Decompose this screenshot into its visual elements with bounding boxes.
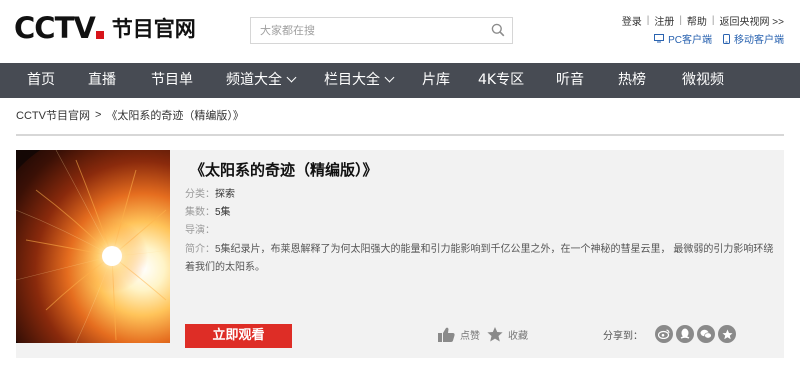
divider: |	[711, 15, 715, 26]
category-row: 分类：探索	[185, 185, 235, 200]
site-header: CCTV 节目官网 登录 | 注册 | 帮助 | 返回央视网 >> PC客户端	[0, 0, 800, 63]
program-card: 《太阳系的奇迹（精编版）》 分类：探索 集数：5集 导演： 简介：5集纪录片，布…	[16, 150, 784, 358]
nav-label: 4K专区	[478, 72, 525, 88]
director-label: 导演：	[185, 225, 215, 236]
nav-item-audio[interactable]: 听音	[556, 63, 584, 98]
chevron-down-icon	[384, 72, 395, 83]
favorite-button[interactable]: 收藏	[487, 327, 528, 342]
thumbs-up-icon	[438, 327, 455, 342]
nav-label: 栏目大全	[324, 72, 380, 88]
nav-item-micro-video[interactable]: 微视频	[682, 63, 724, 98]
like-label: 点赞	[460, 331, 480, 342]
nav-label: 微视频	[682, 72, 724, 88]
share-label: 分享到：	[603, 330, 643, 342]
back-to-cctv-link[interactable]: 返回央视网 >>	[720, 13, 784, 28]
nav-item-4k[interactable]: 4K专区	[478, 63, 524, 98]
program-poster[interactable]	[16, 150, 170, 343]
phone-icon	[723, 33, 730, 44]
qq-share-icon[interactable]	[676, 325, 694, 343]
episodes-row: 集数：5集	[185, 203, 231, 218]
logo-subtitle: 节目官网	[111, 17, 196, 41]
nav-item-live[interactable]: 直播	[88, 63, 116, 98]
nav-label: 频道大全	[226, 72, 282, 88]
nav-item-hot[interactable]: 热榜	[618, 63, 646, 98]
top-links: 登录 | 注册 | 帮助 | 返回央视网 >>	[622, 13, 784, 28]
register-link[interactable]: 注册	[654, 13, 674, 28]
logo-wordmark: CCTV	[14, 11, 96, 45]
divider: |	[646, 15, 650, 26]
divider: |	[679, 15, 682, 26]
wechat-share-icon[interactable]	[697, 325, 715, 343]
pc-client-label: PC客户端	[668, 35, 712, 46]
nav-item-columns[interactable]: 栏目大全	[324, 63, 395, 98]
login-link[interactable]: 登录	[622, 13, 642, 28]
nav-item-channels[interactable]: 频道大全	[226, 63, 297, 98]
nav-label: 热榜	[618, 72, 646, 88]
breadcrumb-separator: >	[94, 109, 102, 121]
logo-red-dot	[95, 31, 104, 39]
program-description: 简介：5集纪录片，布莱恩解释了为何太阳强大的能量和引力能影响到千亿公里之外，在一…	[185, 241, 775, 277]
monitor-icon	[654, 34, 665, 43]
nav-label: 首页	[27, 72, 55, 88]
qzone-share-icon[interactable]	[718, 325, 736, 343]
watch-now-button[interactable]: 立即观看	[185, 324, 292, 348]
search-icon[interactable]	[491, 23, 505, 37]
breadcrumb: CCTV节目官网 > 《太阳系的奇迹（精编版）》	[16, 107, 244, 123]
divider	[16, 134, 784, 136]
star-icon	[487, 327, 503, 342]
nav-label: 听音	[556, 72, 584, 88]
chevron-down-icon	[286, 72, 297, 83]
sun-image	[16, 150, 170, 343]
nav-label: 节目单	[151, 72, 193, 88]
breadcrumb-home[interactable]: CCTV节目官网	[16, 107, 90, 123]
breadcrumb-current: 《太阳系的奇迹（精编版）》	[106, 110, 244, 122]
director-row: 导演：	[185, 221, 215, 236]
program-title: 《太阳系的奇迹（精编版）》	[190, 161, 378, 179]
cctv-logo[interactable]: CCTV 节目官网	[14, 11, 196, 45]
intro-label: 简介：	[185, 244, 215, 255]
favorite-label: 收藏	[508, 331, 528, 342]
category-value: 探索	[215, 189, 235, 200]
help-link[interactable]: 帮助	[687, 13, 707, 28]
nav-item-home[interactable]: 首页	[27, 63, 55, 98]
search-box	[250, 17, 513, 44]
mobile-client-label: 移动客户端	[734, 35, 784, 46]
episodes-label: 集数：	[185, 207, 215, 218]
nav-item-library[interactable]: 片库	[422, 63, 450, 98]
intro-text: 5集纪录片，布莱恩解释了为何太阳强大的能量和引力能影响到千亿公里之外，在一个神秘…	[185, 244, 774, 273]
like-button[interactable]: 点赞	[438, 327, 480, 342]
nav-item-schedule[interactable]: 节目单	[151, 63, 193, 98]
episodes-value: 5集	[215, 207, 231, 218]
nav-label: 直播	[88, 72, 116, 88]
share-bar: 分享到：	[603, 325, 739, 343]
search-input[interactable]	[251, 18, 481, 43]
weibo-share-icon[interactable]	[655, 325, 673, 343]
category-label: 分类：	[185, 189, 215, 200]
client-links: PC客户端 移动客户端	[643, 31, 784, 46]
pc-client-link[interactable]: PC客户端	[654, 31, 712, 46]
main-nav: 首页 直播 节目单 频道大全 栏目大全 片库 4K专区 听音 热榜 微视频	[0, 63, 800, 98]
mobile-client-link[interactable]: 移动客户端	[723, 31, 784, 46]
nav-label: 片库	[422, 72, 450, 88]
